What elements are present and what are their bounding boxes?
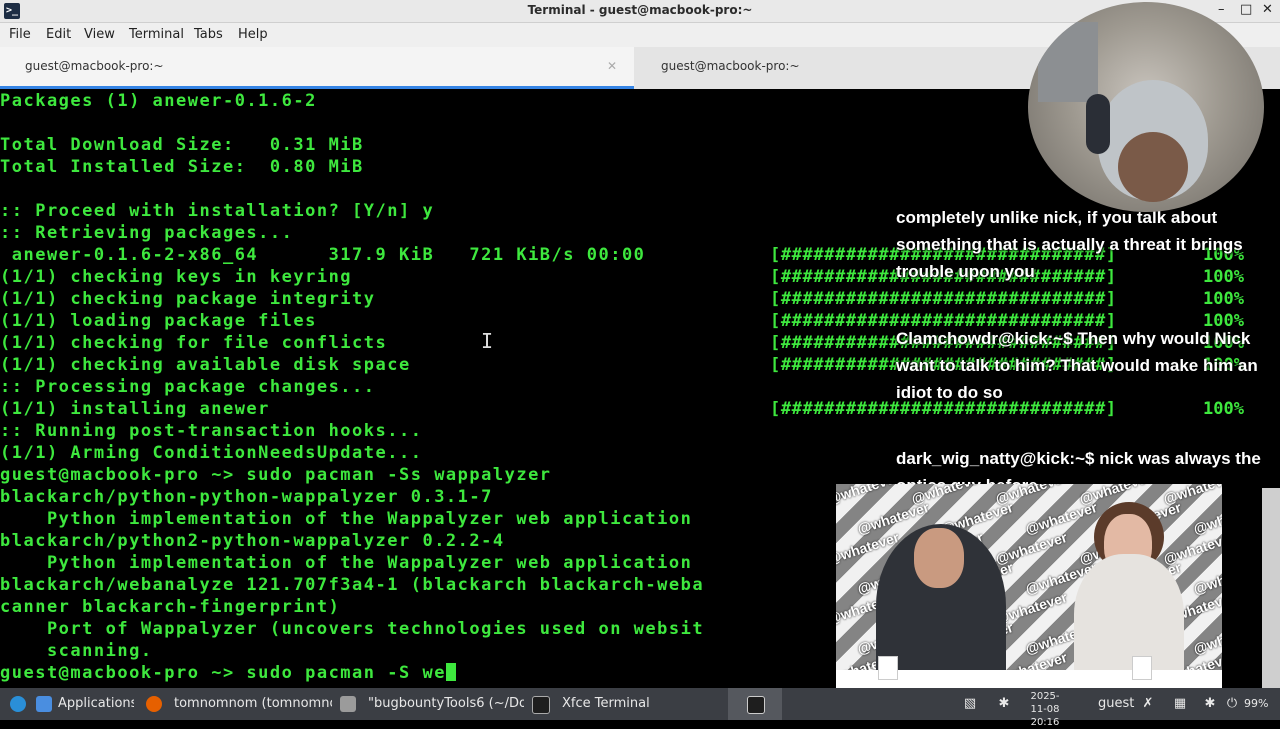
video-cup [1132, 656, 1152, 680]
taskbar-text-editor[interactable]: "bugbountyTools6 (~/Do... [334, 688, 524, 720]
terminal-line: blackarch/python-python-wappalyzer 0.3.1… [0, 487, 493, 507]
terminal-line: scanning. [0, 641, 153, 661]
bluetooth-tray-icon[interactable]: ✱ [1202, 696, 1218, 712]
text-editor-icon [340, 696, 356, 712]
side-panel-strip [1262, 488, 1280, 688]
terminal-prompt-line: guest@macbook-pro ~> sudo pacman -S we [0, 662, 456, 684]
terminal-line: (1/1) Arming ConditionNeedsUpdate... [0, 443, 423, 463]
terminal-line: (1/1) checking for file conflicts [0, 333, 388, 353]
menu-file[interactable]: File [9, 27, 31, 42]
bluetooth-icon[interactable]: ✱ [996, 696, 1012, 712]
taskbar-firefox[interactable]: tomnomnom (tomnomno... [140, 688, 332, 720]
menu-edit[interactable]: Edit [46, 27, 71, 42]
terminal-line: :: Proceed with installation? [Y/n] y [0, 201, 435, 221]
video-cup [878, 656, 898, 680]
terminal-line: Total Download Size: 0.31 MiB [0, 135, 364, 155]
user-name[interactable]: guest [1098, 688, 1134, 720]
tab-label: guest@macbook-pro:~ [661, 59, 800, 73]
video-inset: @whatever @whatever @whatever @whatever @wha… [836, 484, 1222, 688]
terminal-launcher-icon [747, 696, 765, 714]
mute-icon[interactable]: ✗ [1140, 696, 1156, 712]
menu-terminal[interactable]: Terminal [129, 27, 184, 42]
terminal-cursor [445, 663, 456, 681]
terminal-line: blackarch/python2-python-wappalyzer 0.2.… [0, 531, 505, 551]
clipboard-icon[interactable]: ▦ [1172, 696, 1188, 712]
video-person-right [1074, 554, 1184, 688]
chat-message: completely unlike nick, if you talk abou… [896, 204, 1268, 285]
terminal-icon [532, 696, 550, 714]
terminal-line: Python implementation of the Wappalyzer … [0, 509, 693, 529]
menu-tabs[interactable]: Tabs [194, 27, 223, 42]
firefox-icon [146, 696, 162, 712]
terminal-line: Port of Wappalyzer (uncovers technologie… [0, 619, 705, 639]
clock[interactable]: 2025-11-08 20:16 [1028, 690, 1062, 729]
terminal-line: (1/1) installing anewer [0, 399, 270, 419]
terminal-line: :: Processing package changes... [0, 377, 376, 397]
taskbar-applications[interactable]: Applications [34, 688, 134, 720]
terminal-line: (1/1) checking package integrity [0, 289, 376, 309]
maximize-icon[interactable]: □ [1240, 2, 1252, 17]
webcam-face [1118, 132, 1188, 202]
terminal-line: blackarch/webanalyze 121.707f3a4-1 (blac… [0, 575, 705, 595]
whisker-menu-icon[interactable] [10, 696, 26, 712]
chat-text: completely unlike nick, if you talk abou… [896, 208, 1243, 281]
terminal-line: (1/1) checking keys in keyring [0, 267, 353, 287]
close-icon[interactable]: ✕ [1262, 2, 1273, 17]
terminal-line: Packages (1) anewer-0.1.6-2 [0, 91, 317, 111]
terminal-line: (1/1) loading package files [0, 311, 317, 331]
progress-bar: [##############################] [770, 289, 1117, 309]
terminal-line: :: Running post-transaction hooks... [0, 421, 423, 441]
chat-message: Clamchowdr@kick:~$ Then why would Nick w… [896, 325, 1268, 406]
clock-time: 20:16 [1030, 717, 1060, 728]
terminal-line: Python implementation of the Wappalyzer … [0, 553, 693, 573]
clock-date: 2025-11-08 [1030, 691, 1060, 715]
terminal-line: anewer-0.1.6-2-x86_64 317.9 KiB 721 KiB/… [0, 245, 646, 265]
tab-terminal-1[interactable]: guest@macbook-pro:~ ✕ [0, 47, 634, 89]
taskbar: Applications tomnomnom (tomnomno... "bug… [0, 688, 1280, 728]
terminal-line: Total Installed Size: 0.80 MiB [0, 157, 364, 177]
webcam-overlay [1028, 2, 1264, 212]
mouse-ibeam-cursor-icon: I [481, 329, 494, 353]
battery-level[interactable]: 99% [1244, 688, 1268, 720]
applications-menu-icon [36, 696, 52, 712]
terminal-line: canner blackarch-fingerprint) [0, 597, 341, 617]
video-person-left-face [914, 528, 964, 588]
webcam-background [1038, 22, 1098, 102]
progress-percent: 100% [1203, 289, 1244, 309]
tab-close-icon[interactable]: ✕ [607, 59, 617, 73]
terminal-line: guest@macbook-pro ~> sudo pacman -Ss wap… [0, 465, 552, 485]
menu-view[interactable]: View [84, 27, 115, 42]
menu-help[interactable]: Help [238, 27, 268, 42]
terminal-line: :: Retrieving packages... [0, 223, 294, 243]
chat-username: dark_wig_natty@kick:~$ [896, 449, 1095, 468]
chat-username: Clamchowdr@kick:~$ [896, 329, 1073, 348]
webcam-headphones [1086, 94, 1110, 154]
power-icon[interactable]: ⏻ [1224, 696, 1240, 712]
terminal-line: (1/1) checking available disk space [0, 355, 411, 375]
taskbar-terminal-launcher[interactable] [728, 688, 782, 720]
network-icon[interactable]: ▧ [962, 696, 978, 712]
tab-label: guest@macbook-pro:~ [25, 59, 164, 73]
minimize-icon[interactable]: – [1218, 2, 1225, 17]
taskbar-xfce-terminal[interactable]: Xfce Terminal [526, 688, 686, 720]
